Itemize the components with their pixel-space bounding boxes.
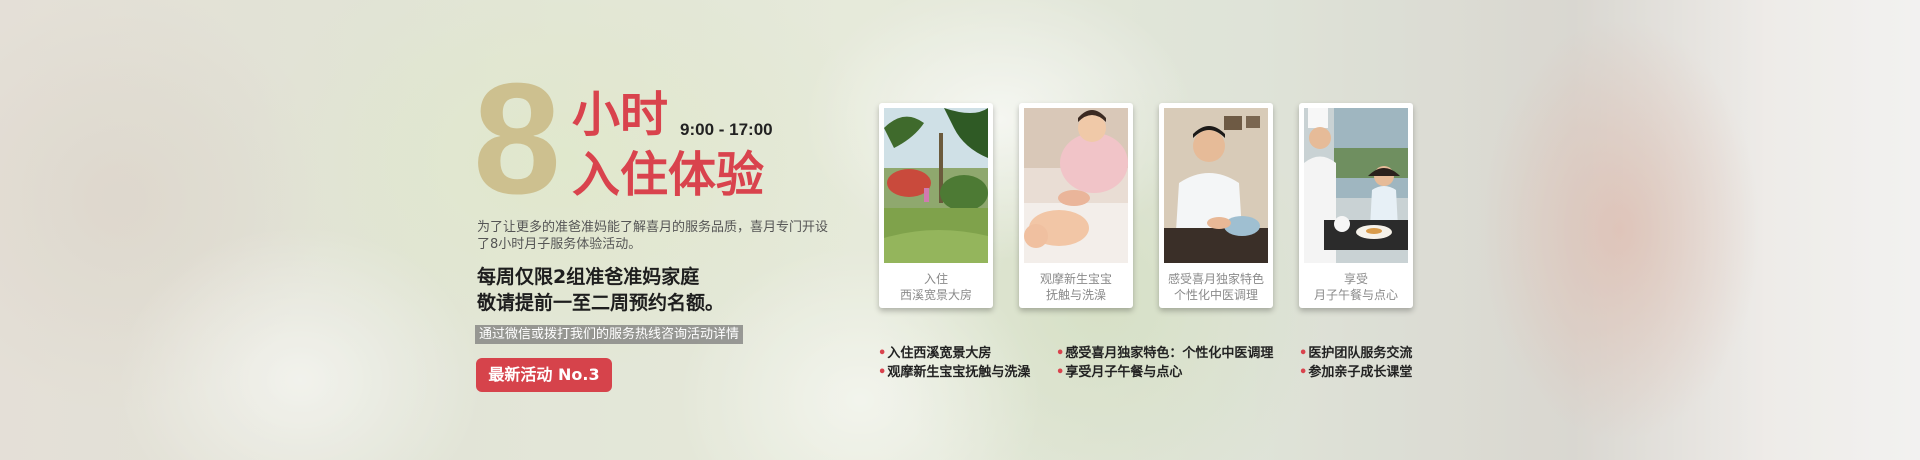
doctor-photo-icon [1164, 108, 1268, 263]
card-caption-line-2: 月子午餐与点心 [1313, 288, 1398, 302]
card-caption-line-2: 西溪宽景大房 [899, 288, 972, 302]
contact-hint: 通过微信或拨打我们的服务热线咨询活动详情 [475, 325, 744, 344]
hours-title: 小时 [572, 87, 669, 143]
card-caption-line-2: 个性化中医调理 [1173, 288, 1258, 302]
card-caption-line-1: 感受喜月独家特色 [1167, 272, 1264, 286]
card-baby-care[interactable]: 观摩新生宝宝 抚触与洗澡 [1019, 103, 1133, 308]
garden-photo-icon [884, 108, 988, 263]
hours-number: 8 [473, 51, 561, 227]
card-caption-line-1: 观摩新生宝宝 [1039, 272, 1112, 286]
feature-text: 观摩新生宝宝抚触与洗澡 [887, 365, 1031, 380]
bullet-icon: • [878, 365, 887, 380]
bullet-icon: • [1056, 346, 1065, 361]
list-item: •感受喜月独家特色：个性化中医调理 [1056, 344, 1273, 363]
feature-text: 参加亲子成长课堂 [1308, 365, 1413, 380]
baby-massage-photo-icon [1024, 108, 1128, 263]
list-item: •观摩新生宝宝抚触与洗澡 [878, 363, 1030, 382]
bullet-icon: • [1299, 346, 1308, 361]
limit-line-1: 每周仅限2组准爸准妈家庭 [477, 266, 700, 288]
card-tcm[interactable]: 感受喜月独家特色 个性化中医调理 [1159, 103, 1273, 308]
card-caption-line-1: 享受 [1343, 272, 1368, 286]
card-caption: 入住 西溪宽景大房 [879, 271, 993, 303]
hero-banner: 8 小时 9:00 - 17:00 入住体验 为了让更多的准爸准妈能了解喜月的服… [0, 0, 1920, 460]
card-garden-room[interactable]: 入住 西溪宽景大房 [879, 103, 993, 308]
card-caption: 享受 月子午餐与点心 [1299, 271, 1413, 303]
latest-activity-button[interactable]: 最新活动 No.3 [476, 358, 612, 392]
time-range: 9:00 - 17:00 [680, 120, 773, 139]
intro-text: 为了让更多的准爸准妈能了解喜月的服务品质，喜月专门开设了8小时月子服务体验活动。 [477, 220, 829, 252]
list-item: •享受月子午餐与点心 [1056, 363, 1273, 382]
feature-list-col-2: •感受喜月独家特色：个性化中医调理 •享受月子午餐与点心 [1056, 344, 1273, 382]
card-caption-line-2: 抚触与洗澡 [1045, 288, 1106, 302]
bullet-icon: • [1299, 365, 1308, 380]
feature-text: 入住西溪宽景大房 [887, 346, 992, 361]
card-caption-line-1: 入住 [923, 272, 948, 286]
limit-notice: 每周仅限2组准爸准妈家庭 敬请提前一至二周预约名额。 [477, 264, 857, 316]
card-caption: 观摩新生宝宝 抚触与洗澡 [1019, 271, 1133, 303]
card-meal[interactable]: 享受 月子午餐与点心 [1299, 103, 1413, 308]
list-item: •医护团队服务交流 [1299, 344, 1412, 363]
feature-list-col-1: •入住西溪宽景大房 •观摩新生宝宝抚触与洗澡 [878, 344, 1030, 382]
bullet-icon: • [878, 346, 887, 361]
bullet-icon: • [1056, 365, 1065, 380]
experience-title: 入住体验 [572, 147, 765, 203]
feature-text: 医护团队服务交流 [1308, 346, 1413, 361]
card-caption: 感受喜月独家特色 个性化中医调理 [1159, 271, 1273, 303]
feature-text: 享受月子午餐与点心 [1065, 365, 1183, 380]
chef-meal-photo-icon [1304, 108, 1408, 263]
feature-text: 感受喜月独家特色：个性化中医调理 [1065, 346, 1274, 361]
feature-list-col-3: •医护团队服务交流 •参加亲子成长课堂 [1299, 344, 1412, 382]
limit-line-2: 敬请提前一至二周预约名额。 [477, 292, 725, 314]
list-item: •参加亲子成长课堂 [1299, 363, 1412, 382]
list-item: •入住西溪宽景大房 [878, 344, 1030, 363]
